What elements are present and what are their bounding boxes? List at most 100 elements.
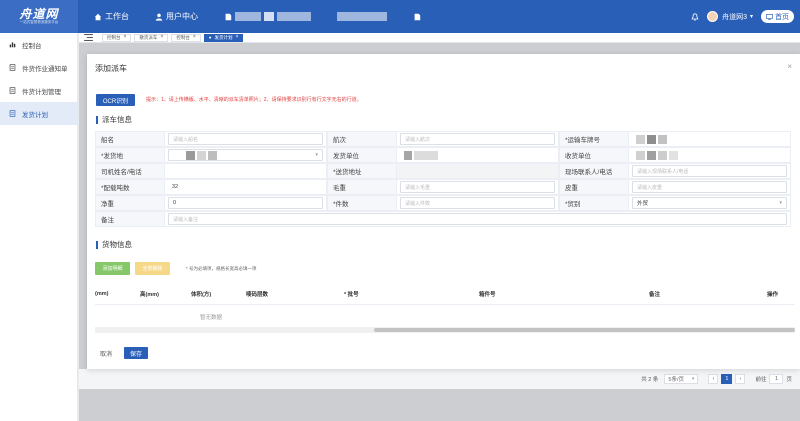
save-button[interactable]: 保存 <box>124 347 148 359</box>
column-header: 备注 <box>649 292 661 298</box>
sidebar: 控制台 件货作业通知单 件货计划管理 发货计划 <box>0 33 78 421</box>
close-icon[interactable]: × <box>235 35 238 40</box>
nav-redacted-1[interactable] <box>224 12 311 21</box>
cancel-button[interactable]: 取消 <box>96 347 116 359</box>
form-row: 备注 请输入备注 <box>95 211 791 227</box>
field-cell <box>629 131 791 147</box>
delivery-address-input[interactable] <box>400 165 555 177</box>
close-icon[interactable]: × <box>787 62 792 71</box>
chevron-down-icon[interactable]: ▾ <box>750 13 753 20</box>
home-button[interactable]: 首页 <box>761 10 794 23</box>
app-logo[interactable]: 舟道网 一站式智慧物流服务平台 <box>0 0 78 33</box>
sidebar-item-shipping-plan[interactable]: 发货计划 <box>0 102 77 125</box>
remarks-input[interactable]: 请输入备注 <box>168 213 787 225</box>
plate-number-input[interactable] <box>632 133 787 145</box>
next-page-button[interactable]: › <box>735 374 746 384</box>
redacted-text <box>647 150 656 160</box>
delete-all-button[interactable]: 全部删除 <box>135 262 170 275</box>
field-label: 毛重 <box>327 179 397 195</box>
add-detail-button[interactable]: 添加明细 <box>95 262 130 275</box>
close-icon[interactable]: × <box>124 35 127 40</box>
field-label: 备注 <box>95 211 165 227</box>
sidebar-item-work-notice[interactable]: 件货作业通知单 <box>0 56 77 79</box>
dispatch-form: 船名 请输入船名 航次 请输入航次 *运输车牌号 *发货地 ▾ 发货单位 收货单… <box>95 131 791 227</box>
field-cell <box>397 147 559 163</box>
redacted-text <box>669 150 678 160</box>
user-icon <box>155 13 163 21</box>
column-header: * 批号 <box>344 292 359 298</box>
voyage-input[interactable]: 请输入航次 <box>400 133 555 145</box>
menu-toggle-icon[interactable] <box>84 34 93 41</box>
goto-input[interactable]: 1 <box>769 374 784 384</box>
nav-redacted-3[interactable] <box>413 13 421 21</box>
piece-count-input[interactable]: 请输入件数 <box>400 197 555 209</box>
ship-name-input[interactable]: 请输入船名 <box>168 133 323 145</box>
field-label: 发货单位 <box>327 147 397 163</box>
tab-console[interactable]: 控制台 × <box>102 33 132 42</box>
tare-weight-input[interactable]: 请输入皮重 <box>632 181 787 193</box>
document-icon <box>414 13 421 20</box>
username[interactable]: 舟道网3 <box>722 12 747 22</box>
net-weight-input[interactable]: 0 <box>168 197 323 209</box>
sidebar-item-label: 件货作业通知单 <box>22 65 68 73</box>
section-marker <box>96 240 98 249</box>
section-title: 货物信息 <box>102 240 132 249</box>
field-label: 皮重 <box>559 179 629 195</box>
column-header: 操作 <box>767 292 779 298</box>
field-cell: 请输入现场联系人/电话 <box>629 163 791 179</box>
bell-icon[interactable] <box>691 12 699 21</box>
section-dispatch-info: 派车信息 <box>96 114 132 125</box>
close-icon[interactable]: × <box>160 35 163 40</box>
origin-select[interactable]: ▾ <box>168 149 323 161</box>
home-icon <box>94 13 102 20</box>
page-number[interactable]: 1 <box>721 374 733 384</box>
prev-page-button[interactable]: ‹ <box>708 374 719 384</box>
field-label: 现场联系人/电话 <box>559 163 629 179</box>
document-icon <box>9 64 16 71</box>
dot-icon: ● <box>208 35 212 40</box>
document-icon <box>9 110 16 117</box>
nav-user-center[interactable]: 用户中心 <box>155 11 198 22</box>
bar-chart-icon <box>9 42 16 48</box>
table-empty-row: 暂无数据 <box>95 305 795 328</box>
logo-subtitle: 一站式智慧物流服务平台 <box>19 20 59 24</box>
tab-bulk-dispatch[interactable]: 散货派车 × <box>134 33 169 42</box>
redacted-text <box>337 12 387 21</box>
scrollbar-thumb[interactable] <box>374 328 795 332</box>
column-header: 箱件号 <box>479 292 496 298</box>
add-dispatch-dialog: 添加派车 × OCR识别 提示：1、请上传横版、水平、清晰的派车清单照片；2、请… <box>87 54 800 369</box>
shipper-input[interactable] <box>400 149 555 161</box>
tab-strip: 控制台 × 散货派车 × 控制台 × ● 发货计划 × <box>79 33 800 43</box>
close-icon[interactable]: × <box>193 35 196 40</box>
nav-workbench[interactable]: 工作台 <box>94 11 129 22</box>
redacted-text <box>658 134 667 144</box>
ocr-button[interactable]: OCR识别 <box>96 94 135 106</box>
home-button-label: 首页 <box>775 13 789 21</box>
horizontal-scrollbar[interactable] <box>95 327 795 333</box>
tab-label: 控制台 <box>107 34 121 40</box>
consignee-input[interactable] <box>632 149 787 161</box>
tab-shipping-plan[interactable]: ● 发货计划 × <box>203 33 244 42</box>
trade-type-select[interactable]: 外贸 ▾ <box>632 197 787 209</box>
sidebar-item-plan-management[interactable]: 件货计划管理 <box>0 79 77 102</box>
redacted-text <box>647 134 656 144</box>
sidebar-item-console[interactable]: 控制台 <box>0 33 77 56</box>
load-tonnage-input[interactable]: 32 <box>168 181 323 193</box>
redacted-text <box>636 150 645 160</box>
field-cell: ▾ <box>165 147 327 163</box>
avatar[interactable] <box>707 11 719 22</box>
driver-input[interactable] <box>168 165 323 177</box>
ocr-tip: 提示：1、请上传横版、水平、清晰的派车清单照片；2、请保持要求识别行有行文字无右… <box>146 97 362 103</box>
form-row: 司机姓名/电话 *送货地址 现场联系人/电话 请输入现场联系人/电话 <box>95 163 791 179</box>
nav-redacted-2[interactable] <box>337 12 387 21</box>
redacted-value <box>173 150 219 160</box>
field-cell: 32 <box>165 179 327 195</box>
tab-console-2[interactable]: 控制台 × <box>171 33 201 42</box>
page-size-select[interactable]: 5条/页 ▾ <box>664 374 699 384</box>
field-label: *贸别 <box>559 195 629 211</box>
gross-weight-input[interactable]: 请输入毛重 <box>400 181 555 193</box>
document-icon <box>225 13 232 20</box>
site-contact-input[interactable]: 请输入现场联系人/电话 <box>632 165 787 177</box>
sidebar-item-label: 控制台 <box>22 42 42 50</box>
tab-label: 发货计划 <box>214 34 233 40</box>
